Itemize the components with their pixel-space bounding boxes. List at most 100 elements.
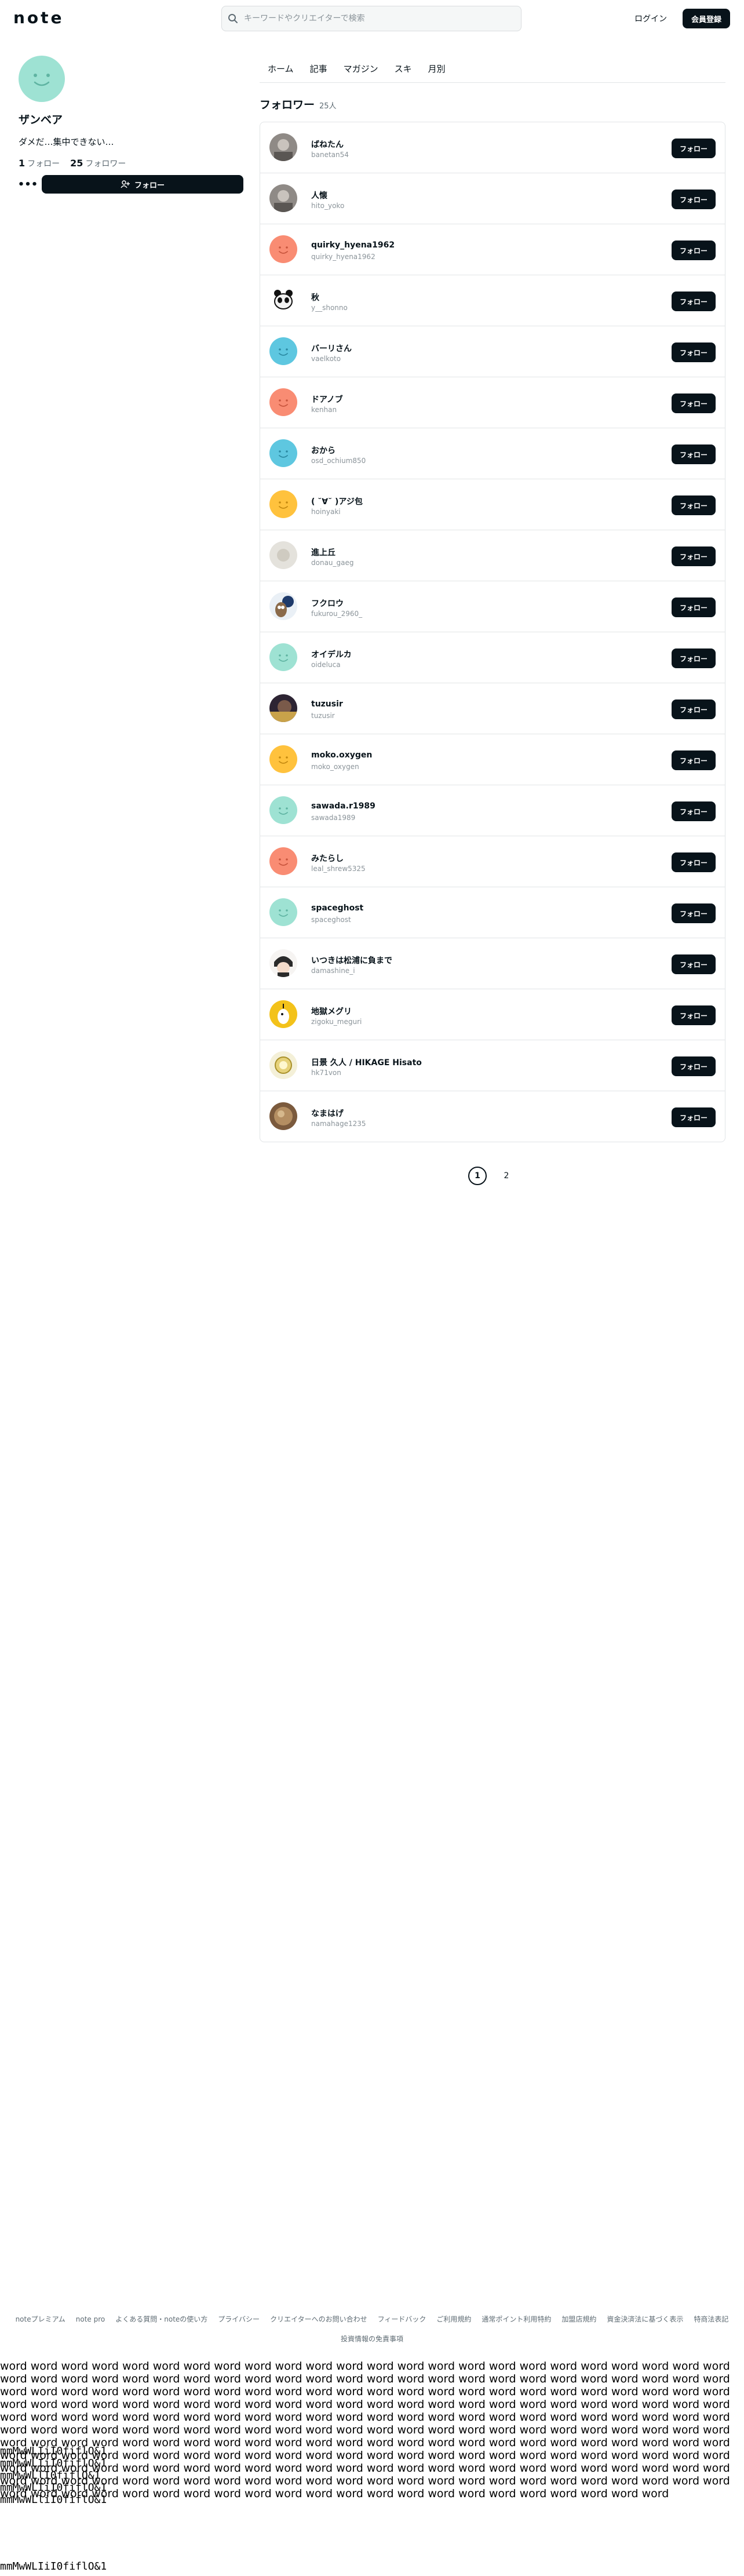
- follower-name[interactable]: いつきは松浦に負まで: [311, 954, 392, 966]
- follower-name[interactable]: 進上丘: [311, 546, 335, 558]
- follower-row[interactable]: tuzusir tuzusir フォロー: [260, 683, 725, 734]
- login-button[interactable]: ログイン: [628, 9, 674, 28]
- follower-name[interactable]: みたらし: [311, 852, 344, 864]
- tab-articles[interactable]: 記事: [303, 60, 334, 82]
- follower-avatar[interactable]: [269, 541, 297, 569]
- follow-button[interactable]: フォロー: [672, 852, 716, 872]
- follower-row[interactable]: 進上丘 donau_gaeg フォロー: [260, 530, 725, 581]
- note-logo[interactable]: note: [13, 8, 64, 27]
- follower-avatar[interactable]: [269, 184, 297, 212]
- follow-button[interactable]: フォロー: [672, 292, 716, 311]
- follow-profile-button[interactable]: フォロー: [42, 175, 243, 194]
- profile-avatar[interactable]: [19, 56, 65, 102]
- follow-button[interactable]: フォロー: [672, 699, 716, 719]
- footer-link[interactable]: クリエイターへのお問い合わせ: [270, 2315, 367, 2323]
- follower-avatar[interactable]: [269, 337, 297, 365]
- follow-button[interactable]: フォロー: [672, 648, 716, 668]
- signup-button[interactable]: 会員登録: [683, 9, 730, 28]
- footer-link[interactable]: プライバシー: [218, 2315, 260, 2323]
- follower-row[interactable]: sawada.r1989 sawada1989 フォロー: [260, 785, 725, 836]
- follower-name[interactable]: ドアノブ: [311, 393, 343, 405]
- follower-name[interactable]: 秋: [311, 292, 319, 303]
- follower-row[interactable]: オイデルカ oideluca フォロー: [260, 632, 725, 683]
- follower-row[interactable]: 日景 久人 / HIKAGE Hisato hk71von フォロー: [260, 1040, 725, 1091]
- follower-name[interactable]: おから: [311, 444, 335, 456]
- follower-row[interactable]: 秋 y__shonno フォロー: [260, 275, 725, 326]
- follow-button[interactable]: フォロー: [672, 444, 716, 464]
- footer-link[interactable]: よくある質問・noteの使い方: [115, 2315, 207, 2323]
- follower-avatar[interactable]: [269, 490, 297, 518]
- follower-row[interactable]: 地獄メグリ zigoku_meguri フォロー: [260, 989, 725, 1040]
- follow-button[interactable]: フォロー: [672, 750, 716, 770]
- follow-button[interactable]: フォロー: [672, 241, 716, 260]
- follower-avatar[interactable]: [269, 1051, 297, 1079]
- follow-button[interactable]: フォロー: [672, 343, 716, 362]
- search-box[interactable]: [221, 6, 521, 31]
- follower-avatar[interactable]: [269, 388, 297, 416]
- footer-link[interactable]: 特商法表記: [694, 2315, 728, 2323]
- follow-button[interactable]: フォロー: [672, 190, 716, 209]
- follower-row[interactable]: おから osd_ochium850 フォロー: [260, 428, 725, 479]
- search-input[interactable]: [243, 13, 500, 24]
- footer-link[interactable]: 投資情報の免責事項: [341, 2335, 403, 2343]
- followers-label[interactable]: フォロワー: [85, 158, 126, 169]
- follower-avatar[interactable]: [269, 643, 297, 671]
- follower-row[interactable]: バーリさん vaelkoto フォロー: [260, 326, 725, 377]
- follow-button[interactable]: フォロー: [672, 954, 716, 974]
- tab-home[interactable]: ホーム: [260, 60, 301, 82]
- following-count[interactable]: 1: [19, 158, 25, 169]
- footer-link[interactable]: 資金決済法に基づく表示: [607, 2315, 683, 2323]
- follower-avatar[interactable]: [269, 1000, 297, 1028]
- follower-name[interactable]: ばねたん: [311, 139, 344, 150]
- follower-avatar[interactable]: [269, 592, 297, 620]
- follow-button[interactable]: フォロー: [672, 903, 716, 923]
- follower-name[interactable]: ( ˘∀˘ )アジ包: [311, 495, 363, 507]
- follower-avatar[interactable]: [269, 796, 297, 824]
- following-label[interactable]: フォロー: [27, 158, 60, 169]
- follower-avatar[interactable]: [269, 235, 297, 263]
- follower-avatar[interactable]: [269, 898, 297, 926]
- follower-row[interactable]: ( ˘∀˘ )アジ包 hoinyaki フォロー: [260, 479, 725, 530]
- follower-name[interactable]: spaceghost: [311, 903, 363, 913]
- follower-row[interactable]: みたらし leal_shrew5325 フォロー: [260, 836, 725, 887]
- follower-name[interactable]: 人懐: [311, 190, 327, 201]
- follower-avatar[interactable]: [269, 286, 297, 314]
- follower-row[interactable]: いつきは松浦に負まで damashine_i フォロー: [260, 938, 725, 989]
- follower-name[interactable]: フクロウ: [311, 597, 344, 609]
- follow-button[interactable]: フォロー: [672, 1056, 716, 1076]
- page-1-button[interactable]: 1: [468, 1167, 487, 1185]
- follower-name[interactable]: sawada.r1989: [311, 801, 375, 811]
- follower-avatar[interactable]: [269, 439, 297, 467]
- follower-row[interactable]: moko.oxygen moko_oxygen フォロー: [260, 734, 725, 785]
- follower-name[interactable]: オイデルカ: [311, 648, 352, 660]
- footer-link[interactable]: note pro: [76, 2315, 105, 2323]
- page-2-button[interactable]: 2: [497, 1167, 516, 1185]
- follower-avatar[interactable]: [269, 847, 297, 875]
- tab-likes[interactable]: スキ: [388, 60, 419, 82]
- follow-button[interactable]: フォロー: [672, 1005, 716, 1025]
- follower-avatar[interactable]: [269, 949, 297, 977]
- follower-row[interactable]: 人懐 hito_yoko フォロー: [260, 173, 725, 224]
- follower-name[interactable]: バーリさん: [311, 343, 352, 354]
- follower-row[interactable]: quirky_hyena1962 quirky_hyena1962 フォロー: [260, 224, 725, 275]
- follower-avatar[interactable]: [269, 745, 297, 773]
- follower-row[interactable]: ドアノブ kenhan フォロー: [260, 377, 725, 428]
- follow-button[interactable]: フォロー: [672, 801, 716, 821]
- follower-name[interactable]: moko.oxygen: [311, 750, 372, 760]
- follow-button[interactable]: フォロー: [672, 1107, 716, 1127]
- follower-name[interactable]: tuzusir: [311, 699, 343, 709]
- tab-monthly[interactable]: 月別: [421, 60, 453, 82]
- follow-button[interactable]: フォロー: [672, 393, 716, 413]
- follower-row[interactable]: spaceghost spaceghost フォロー: [260, 887, 725, 938]
- footer-link[interactable]: 加盟店規約: [561, 2315, 596, 2323]
- follower-avatar[interactable]: [269, 694, 297, 722]
- footer-link[interactable]: 通常ポイント利用特約: [482, 2315, 551, 2323]
- follower-avatar[interactable]: [269, 1102, 297, 1130]
- follow-button[interactable]: フォロー: [672, 546, 716, 566]
- footer-link[interactable]: noteプレミアム: [16, 2315, 65, 2323]
- follower-avatar[interactable]: [269, 133, 297, 161]
- footer-link[interactable]: ご利用規約: [436, 2315, 471, 2323]
- follower-row[interactable]: フクロウ fukurou_2960_ フォロー: [260, 581, 725, 632]
- followers-count[interactable]: 25: [70, 158, 83, 169]
- footer-link[interactable]: フィードバック: [378, 2315, 426, 2323]
